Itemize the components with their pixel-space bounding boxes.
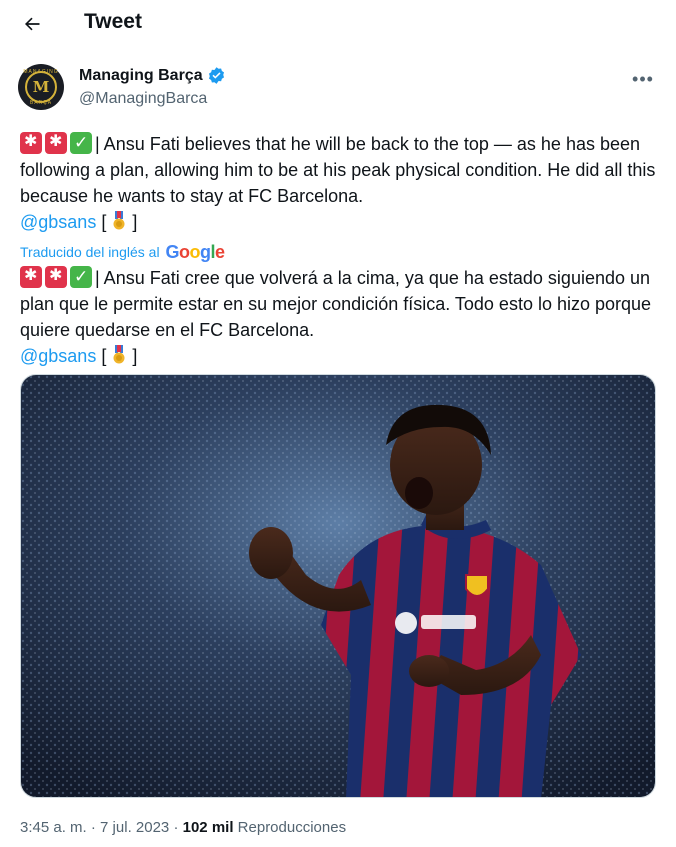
verified-badge-icon — [207, 66, 226, 85]
tweet-text-original: | Ansu Fati believes that he will be bac… — [20, 129, 660, 235]
medal-icon — [113, 211, 125, 230]
bracket-open: [ — [101, 346, 107, 366]
google-logo: Google — [165, 242, 225, 262]
bracket-close: ] — [132, 212, 138, 232]
avatar-ring-bottom: BARÇA — [29, 100, 53, 106]
avatar-letter: M — [32, 78, 50, 96]
arrow-left-icon — [25, 17, 40, 31]
page-title: Tweet — [84, 10, 142, 33]
football-player-photo — [21, 375, 655, 797]
avatar-ring-top: MANAGING — [23, 69, 59, 75]
display-name-text: Managing Barça — [79, 66, 203, 84]
tweet-media-photo[interactable] — [20, 374, 656, 798]
translation-label: Traducido del inglés al Google — [20, 242, 225, 263]
tweet-author: M MANAGING BARÇA Managing Barça @Managin… — [18, 62, 658, 112]
back-button[interactable] — [14, 6, 50, 42]
tweet-meta: 3:45 a. m. · 7 jul. 2023 · 102 mil Repro… — [20, 819, 346, 836]
bracket-close: ] — [132, 346, 138, 366]
user-handle[interactable]: @ManagingBarca — [79, 90, 207, 108]
check-icon — [70, 264, 92, 290]
siren-icon — [20, 129, 42, 155]
meta-separator: · — [173, 819, 179, 836]
original-text: | Ansu Fati believes that he will be bac… — [20, 134, 656, 206]
tweet-text-translated: | Ansu Fati cree que volverá a la cima, … — [20, 263, 660, 369]
avatar-logo: M — [25, 71, 57, 103]
meta-separator: · — [90, 819, 96, 836]
more-dots-icon: ••• — [632, 68, 654, 89]
translation-label-text: Traducido del inglés al — [20, 244, 160, 260]
translated-text: | Ansu Fati cree que volverá a la cima, … — [20, 268, 652, 340]
views-label: Reproducciones — [237, 819, 347, 836]
mention-link[interactable]: @gbsans — [20, 212, 96, 232]
tweet-time[interactable]: 3:45 a. m. — [20, 819, 87, 836]
bracket-open: [ — [101, 212, 107, 232]
mention-link[interactable]: @gbsans — [20, 346, 96, 366]
views-count: 102 mil — [182, 819, 234, 836]
medal-icon — [113, 345, 125, 364]
siren-icon — [20, 263, 42, 289]
siren-icon — [45, 129, 67, 155]
check-icon — [70, 130, 92, 156]
display-name[interactable]: Managing Barça — [79, 66, 226, 85]
top-bar: Tweet — [0, 0, 676, 48]
siren-icon — [45, 263, 67, 289]
avatar[interactable]: M MANAGING BARÇA — [18, 64, 64, 110]
tweet-date[interactable]: 7 jul. 2023 — [100, 819, 169, 836]
more-options-button[interactable]: ••• — [628, 64, 658, 94]
